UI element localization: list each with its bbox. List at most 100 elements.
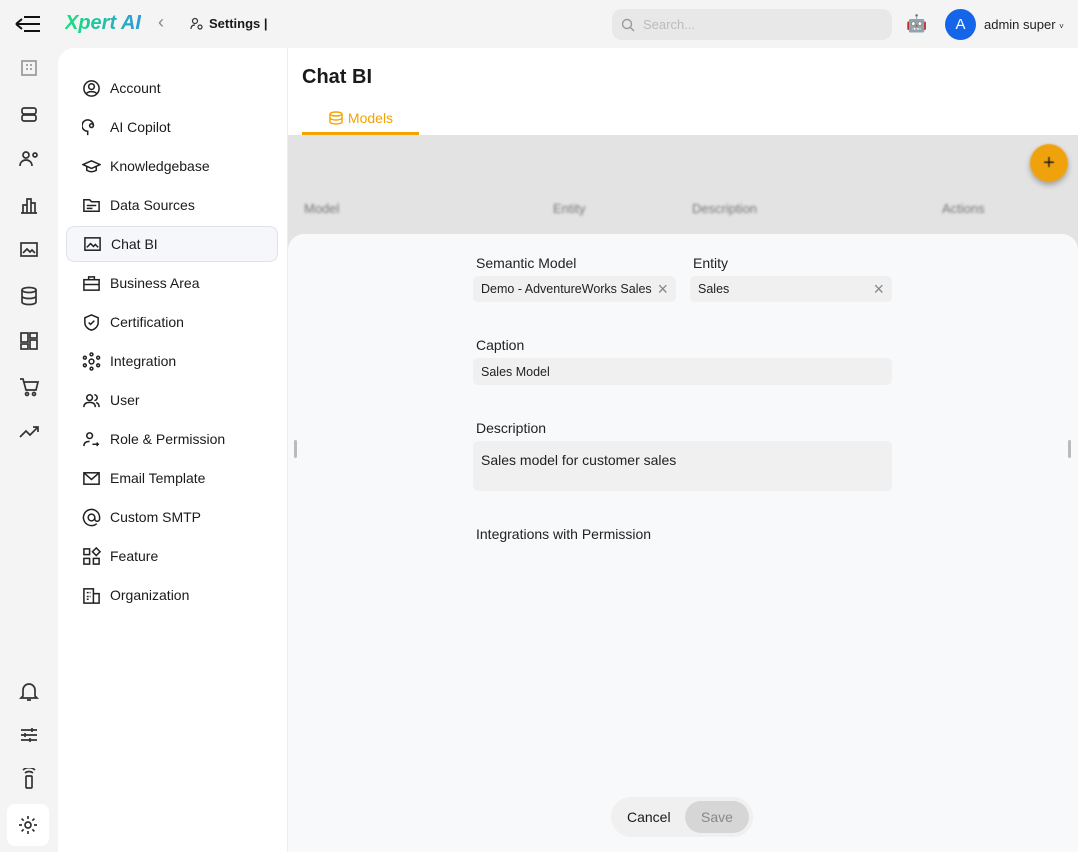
sidebar-item-feature[interactable]: Feature: [66, 538, 278, 574]
sidebar-item-label: Organization: [110, 587, 190, 603]
cancel-button[interactable]: Cancel: [627, 809, 671, 825]
robot-icon[interactable]: [14, 99, 44, 129]
model-edit-drawer: Semantic Model Demo - AdventureWorks Sal…: [288, 234, 1078, 852]
description-textarea[interactable]: Sales model for customer sales: [473, 441, 892, 491]
sidebar-item-label: Certification: [110, 314, 184, 330]
entity-label: Entity: [693, 255, 729, 271]
folder-icon: [83, 198, 100, 212]
chat-image-icon: [84, 236, 101, 251]
sidebar-item-label: Knowledgebase: [110, 158, 210, 174]
avatar[interactable]: A: [945, 9, 976, 40]
search-icon: [621, 18, 635, 31]
chart-bar-icon[interactable]: [14, 190, 44, 220]
chevron-down-icon: ˅: [1059, 22, 1064, 31]
sidebar-item-knowledgebase[interactable]: Knowledgebase: [66, 148, 278, 184]
sidebar-item-label: Business Area: [110, 275, 200, 291]
sidebar-item-label: Integration: [110, 353, 177, 369]
users-icon: [83, 393, 100, 407]
copilot-icon: [82, 118, 95, 135]
sidebar-item-integration[interactable]: Integration: [66, 343, 278, 379]
bell-icon[interactable]: [14, 676, 44, 706]
sidebar-item-label: Role & Permission: [110, 431, 226, 447]
settings-sidebar: Account AI Copilot Knowledgebase Data Sourc…: [58, 48, 288, 852]
sidebar-item-data-sources[interactable]: Data Sources: [66, 187, 278, 223]
tab-label: Models: [347, 110, 394, 126]
user-key-icon: [83, 431, 100, 446]
robot-icon[interactable]: 🤖: [906, 14, 927, 34]
caption-value: Sales Model: [481, 364, 550, 379]
sidebar-item-ai-copilot[interactable]: AI Copilot: [66, 109, 278, 145]
tab-models[interactable]: Models: [302, 104, 419, 135]
sidebar-item-label: Chat BI: [111, 236, 158, 252]
shield-check-icon: [84, 313, 99, 331]
remote-icon[interactable]: [14, 764, 44, 794]
caption-label: Caption: [476, 337, 525, 353]
users-cog-icon[interactable]: [14, 144, 44, 174]
breadcrumb: Settings |: [190, 16, 268, 31]
sidebar-item-label: AI Copilot: [110, 119, 171, 135]
semantic-model-label: Semantic Model: [476, 255, 577, 271]
sidebar-item-label: Email Template: [110, 470, 206, 486]
sidebar-item-label: Data Sources: [110, 197, 195, 213]
clear-icon[interactable]: ×: [657, 280, 668, 298]
sidebar-item-email-template[interactable]: Email Template: [66, 460, 278, 496]
sidebar-item-user[interactable]: User: [66, 382, 278, 418]
top-bar: Xpert AI ‹ Settings | Search... 🤖 A admi…: [0, 0, 1078, 48]
page-title: Chat BI: [302, 66, 372, 88]
graduation-cap-icon: [82, 159, 101, 172]
breadcrumb-label: Settings |: [209, 16, 268, 31]
description-value: Sales model for customer sales: [481, 452, 677, 468]
back-icon[interactable]: ‹: [158, 12, 164, 33]
search-placeholder: Search...: [643, 17, 696, 32]
account-circle-icon: [83, 79, 100, 97]
trend-icon[interactable]: [14, 417, 44, 447]
menu-collapse-icon[interactable]: [14, 12, 42, 41]
semantic-model-select[interactable]: Demo - AdventureWorks Sales ×: [473, 276, 676, 302]
action-bar: Cancel Save: [611, 797, 753, 837]
database-icon[interactable]: [14, 281, 44, 311]
integrations-label: Integrations with Permission: [476, 526, 652, 542]
gear-icon[interactable]: [7, 804, 49, 846]
org-icon: [83, 587, 100, 604]
database-icon: [329, 111, 343, 125]
sidebar-item-organization[interactable]: Organization: [66, 577, 278, 613]
sidebar-item-label: Feature: [110, 548, 159, 564]
cart-icon[interactable]: [14, 372, 44, 402]
resize-handle-left[interactable]: [294, 440, 297, 458]
semantic-model-value: Demo - AdventureWorks Sales: [481, 282, 652, 296]
plus-icon: +: [1043, 151, 1055, 174]
at-icon: [82, 508, 101, 526]
add-model-button[interactable]: +: [1030, 144, 1068, 182]
hub-icon: [82, 351, 101, 371]
save-button[interactable]: Save: [685, 801, 749, 833]
sidebar-item-label: Custom SMTP: [110, 509, 202, 525]
caption-input[interactable]: Sales Model: [473, 358, 892, 385]
sidebar-item-chat-bi[interactable]: Chat BI: [66, 226, 278, 262]
resize-handle-right[interactable]: [1068, 440, 1071, 458]
building-icon[interactable]: [14, 52, 44, 82]
user-name: admin super: [984, 17, 1056, 32]
sliders-icon[interactable]: [14, 720, 44, 750]
grid-icon[interactable]: [14, 326, 44, 356]
sidebar-item-certification[interactable]: Certification: [66, 304, 278, 340]
brand-logo[interactable]: Xpert AI: [65, 12, 141, 35]
sidebar-item-label: Account: [110, 80, 161, 96]
description-label: Description: [476, 420, 547, 436]
entity-value: Sales: [698, 282, 730, 296]
briefcase-icon: [83, 275, 100, 291]
mail-icon: [83, 471, 100, 485]
image-message-icon[interactable]: [14, 235, 44, 265]
sidebar-item-account[interactable]: Account: [66, 70, 278, 106]
widgets-icon: [83, 546, 101, 565]
sidebar-item-custom-smtp[interactable]: Custom SMTP: [66, 499, 278, 535]
app-rail: [0, 48, 58, 852]
user-settings-icon: [190, 17, 203, 30]
sidebar-item-business-area[interactable]: Business Area: [66, 265, 278, 301]
column-header: Entity: [553, 201, 586, 216]
sidebar-item-role-permission[interactable]: Role & Permission: [66, 421, 278, 457]
entity-select[interactable]: Sales ×: [690, 276, 892, 302]
user-menu[interactable]: admin super ˅: [984, 17, 1064, 32]
column-header: Description: [692, 201, 758, 216]
clear-icon[interactable]: ×: [873, 280, 884, 298]
search-input[interactable]: Search...: [612, 9, 892, 40]
